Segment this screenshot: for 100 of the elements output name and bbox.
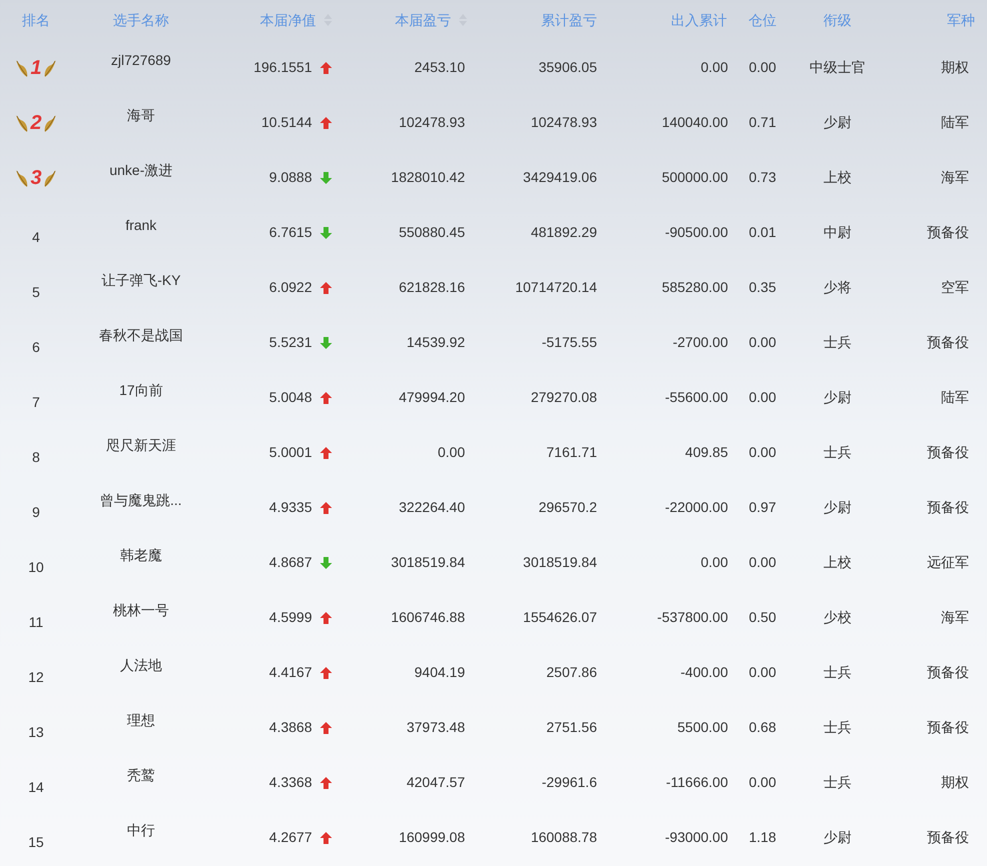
table-cell-text: 500000.00 xyxy=(662,168,728,187)
table-cell-text: 279270.08 xyxy=(530,388,597,407)
rank-number: 3 xyxy=(30,168,42,188)
table-cell-text: 5.0048 xyxy=(269,388,312,407)
table-cell-text: 6.7615 xyxy=(269,223,312,242)
table-cell-text: 0.73 xyxy=(748,168,776,187)
table-cell-text: 2453.10 xyxy=(414,58,465,77)
table-cell-text: 0.01 xyxy=(748,223,776,242)
player-name: 让子弹飞-KY xyxy=(101,271,181,290)
table-cell-text: 预备役 xyxy=(927,498,969,517)
table-cell-text: 期权 xyxy=(941,773,969,792)
table-cell-text: 中尉 xyxy=(824,223,852,242)
table-cell-text: 5.0001 xyxy=(269,443,312,462)
table-cell-text: 37973.48 xyxy=(406,718,465,737)
table-cell-text: 海军 xyxy=(941,608,969,627)
table-cell-text: 322264.40 xyxy=(398,498,465,517)
table-cell-text: 士兵 xyxy=(824,663,852,682)
table-cell-text: 0.00 xyxy=(438,443,465,462)
column-header[interactable]: 本届净值 xyxy=(260,10,316,30)
column-header: 出入累计 xyxy=(671,10,727,30)
rank-number: 6 xyxy=(32,338,40,357)
table-cell-text: 2751.56 xyxy=(546,718,597,737)
table-cell-text: 预备役 xyxy=(927,828,969,847)
table-cell-text: 0.71 xyxy=(748,113,776,132)
table-cell-text: 409.85 xyxy=(685,443,728,462)
table-cell-text: 35906.05 xyxy=(538,58,597,77)
table-cell-text: 少将 xyxy=(824,278,852,297)
table-cell-text: 42047.57 xyxy=(406,773,465,792)
rank-number: 4 xyxy=(32,228,40,247)
table-cell-text: 1606746.88 xyxy=(391,608,465,627)
table-cell-text: 4.8687 xyxy=(269,553,312,572)
player-name: 秃鹫 xyxy=(127,766,155,785)
table-cell-text: -400.00 xyxy=(680,663,728,682)
table-cell-text: 160999.08 xyxy=(398,828,465,847)
table-cell-text: 4.5999 xyxy=(269,608,312,627)
table-cell-text: 479994.20 xyxy=(398,388,465,407)
table-cell-text: 海军 xyxy=(941,168,969,187)
player-name: 海哥 xyxy=(127,106,155,125)
player-name: 理想 xyxy=(127,711,155,730)
table-cell-text: 621828.16 xyxy=(398,278,465,297)
table-cell-text: -90500.00 xyxy=(664,223,728,242)
table-cell-text: 陆军 xyxy=(941,388,969,407)
table-cell-text: 585280.00 xyxy=(662,278,728,297)
rank-number: 8 xyxy=(32,448,40,467)
column-header: 仓位 xyxy=(748,10,776,30)
table-cell-text: 预备役 xyxy=(927,223,969,242)
table-cell-text: 4.3368 xyxy=(269,773,312,792)
rank-number: 10 xyxy=(28,558,44,577)
table-cell-text: 0.00 xyxy=(700,553,728,572)
player-name: 17向前 xyxy=(119,381,163,400)
table-cell-text: 远征军 xyxy=(927,553,969,572)
player-name: 人法地 xyxy=(120,656,162,675)
table-cell-text: 196.1551 xyxy=(254,58,312,77)
player-name: 中行 xyxy=(127,821,155,840)
table-cell-text: 中级士官 xyxy=(810,58,866,77)
player-name: 曾与魔鬼跳... xyxy=(100,491,182,510)
table-cell-text: 0.50 xyxy=(748,608,776,627)
table-cell-text: 0.00 xyxy=(748,388,776,407)
player-name: 桃林一号 xyxy=(113,601,169,620)
rank-number: 15 xyxy=(28,833,44,852)
table-cell-text: 481892.29 xyxy=(530,223,597,242)
rank-number: 13 xyxy=(28,723,44,742)
rank-number: 7 xyxy=(32,393,40,412)
table-cell-text: -55600.00 xyxy=(664,388,728,407)
table-cell-text: 102478.93 xyxy=(530,113,597,132)
table-cell-text: 550880.45 xyxy=(398,223,465,242)
table-cell-text: 预备役 xyxy=(927,718,969,737)
table-cell-text: 4.3868 xyxy=(269,718,312,737)
table-cell-text: 士兵 xyxy=(824,773,852,792)
player-name: unke-激进 xyxy=(109,161,173,180)
column-header: 衔级 xyxy=(824,10,852,30)
table-cell-text: 2507.86 xyxy=(546,663,597,682)
player-name: zjl727689 xyxy=(111,51,171,70)
rank-number: 2 xyxy=(30,112,42,132)
table-cell-text: 少尉 xyxy=(824,388,852,407)
player-name: 咫尺新天涯 xyxy=(106,436,176,455)
column-header[interactable]: 本届盈亏 xyxy=(395,10,451,30)
table-cell-text: 10714720.14 xyxy=(515,278,597,297)
table-cell-text: 1828010.42 xyxy=(391,168,465,187)
table-cell-text: 3429419.06 xyxy=(523,168,597,187)
table-cell-text: 1554626.07 xyxy=(523,608,597,627)
table-cell-text: 3018519.84 xyxy=(391,553,465,572)
rank-number: 9 xyxy=(32,503,40,522)
column-header: 排名 xyxy=(22,10,50,30)
table-cell-text: 士兵 xyxy=(824,443,852,462)
table-cell-text: 1.18 xyxy=(748,828,776,847)
table-cell-text: 9.0888 xyxy=(269,168,312,187)
table-cell-text: -5175.55 xyxy=(542,333,597,352)
player-name: 韩老魔 xyxy=(120,546,162,565)
table-cell-text: 14539.92 xyxy=(406,333,465,352)
table-cell-text: 4.4167 xyxy=(269,663,312,682)
table-cell-text: 6.0922 xyxy=(269,278,312,297)
table-cell-text: 少校 xyxy=(824,608,852,627)
table-cell-text: 上校 xyxy=(824,168,852,187)
rank-number: 12 xyxy=(28,668,44,687)
column-header: 选手名称 xyxy=(113,10,169,30)
table-cell-text: 0.00 xyxy=(748,443,776,462)
column-header: 军种 xyxy=(947,10,975,30)
player-name: 春秋不是战国 xyxy=(99,326,183,345)
table-cell-text: -22000.00 xyxy=(664,498,728,517)
